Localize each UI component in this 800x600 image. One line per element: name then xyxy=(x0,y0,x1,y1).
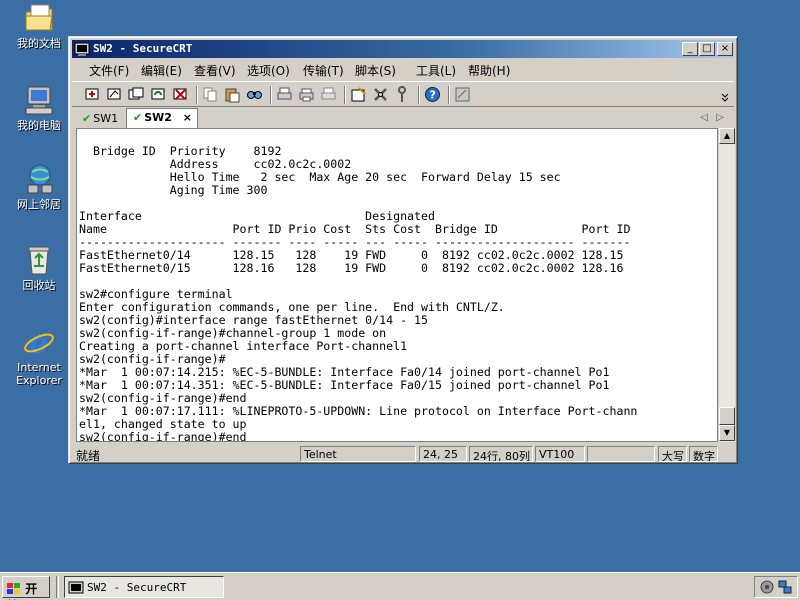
internet-explorer-icon: e xyxy=(22,326,56,361)
disconnect-icon[interactable] xyxy=(172,86,189,103)
tab-label: SW1 xyxy=(93,112,119,125)
my-documents-icon xyxy=(22,2,56,34)
find-icon[interactable] xyxy=(246,86,263,103)
quick-connect-icon[interactable] xyxy=(106,86,123,103)
print-selection-icon[interactable] xyxy=(298,86,315,103)
network-places-icon xyxy=(22,163,56,195)
menu-view[interactable]: 查看(V) xyxy=(194,62,236,79)
toolbar-separator xyxy=(344,86,346,104)
connected-check-icon: ✔ xyxy=(82,112,92,125)
tab-close-icon[interactable]: × xyxy=(183,111,192,124)
desktop-icon-recycle-bin[interactable]: 回收站 xyxy=(6,244,72,292)
menu-bar: 文件(F) 编辑(E) 查看(V) 选项(O) 传输(T) 脚本(S) 工具(L… xyxy=(72,59,734,79)
toolbar-separator xyxy=(448,86,450,104)
toolbar-chevron-icon[interactable] xyxy=(720,86,730,103)
windows-logo-icon xyxy=(7,583,20,594)
taskbar-button-securecrt[interactable]: SW2 - SecureCRT xyxy=(64,576,224,598)
vertical-scrollbar[interactable]: ▲ ▼ xyxy=(718,128,735,442)
global-options-icon[interactable] xyxy=(372,86,389,103)
taskbar-button-label: SW2 - SecureCRT xyxy=(87,581,187,594)
close-button[interactable]: × xyxy=(717,42,733,56)
start-button[interactable]: 开始 xyxy=(2,576,50,600)
desktop-icon-label: 我的电脑 xyxy=(17,119,61,132)
desktop-icon-label: Internet Explorer xyxy=(16,361,62,387)
securecrt-taskbar-icon xyxy=(68,581,84,594)
tab-label: SW2 xyxy=(144,111,172,124)
desktop-icon-network-places[interactable]: 网上邻居 xyxy=(6,163,72,211)
terminal-screen[interactable]: Bridge ID Priority 8192 Address cc02.0c2… xyxy=(76,128,718,442)
scroll-thumb[interactable] xyxy=(719,407,735,425)
status-blank xyxy=(587,446,655,462)
minimize-button[interactable]: _ xyxy=(682,42,698,56)
tab-sw1[interactable]: ✔ SW1 xyxy=(76,110,124,128)
keymap-editor-icon[interactable] xyxy=(454,86,471,103)
system-tray xyxy=(754,576,798,598)
volume-icon[interactable] xyxy=(759,579,775,595)
desktop-icon-my-documents[interactable]: 我的文档 xyxy=(6,2,72,50)
desktop-icon-label: 我的文档 xyxy=(17,37,61,50)
menu-file[interactable]: 文件(F) xyxy=(89,62,129,79)
network-tray-icon[interactable] xyxy=(777,579,793,595)
taskbar: 开始 SW2 - SecureCRT xyxy=(0,572,800,600)
key-map-icon[interactable] xyxy=(394,86,411,103)
svg-text:?: ? xyxy=(430,89,436,102)
paste-icon[interactable] xyxy=(224,86,241,103)
tab-scroll-right-icon[interactable]: ▷ xyxy=(716,112,724,123)
menu-script[interactable]: 脚本(S) xyxy=(355,62,396,79)
toolbar-separator xyxy=(418,86,420,104)
tab-scroll-left-icon[interactable]: ◁ xyxy=(700,112,708,123)
maximize-button[interactable]: □ xyxy=(699,42,715,56)
connect-icon[interactable] xyxy=(84,86,101,103)
my-computer-icon xyxy=(22,84,56,116)
status-protocol: Telnet xyxy=(300,446,416,462)
desktop-icon-internet-explorer[interactable]: e Internet Explorer xyxy=(6,326,72,387)
help-icon[interactable]: ? xyxy=(424,86,441,103)
status-bar: 就绪 Telnet 24, 25 24行, 80列 VT100 大写 数字 xyxy=(72,445,734,463)
recycle-bin-icon xyxy=(22,244,56,276)
menu-edit[interactable]: 编辑(E) xyxy=(141,62,182,79)
terminal-output: Bridge ID Priority 8192 Address cc02.0c2… xyxy=(79,144,638,442)
scroll-up-icon[interactable]: ▲ xyxy=(719,128,735,144)
status-ready: 就绪 xyxy=(76,449,101,463)
status-terminal-size: 24行, 80列 xyxy=(469,446,533,462)
copy-icon[interactable] xyxy=(202,86,219,103)
status-emulation: VT100 xyxy=(535,446,585,462)
connect-in-tab-icon[interactable] xyxy=(128,86,145,103)
menu-options[interactable]: 选项(O) xyxy=(247,62,290,79)
status-num-lock: 数字 xyxy=(689,446,718,462)
window-titlebar[interactable]: SW2 - SecureCRT _ □ × xyxy=(72,40,734,58)
session-options-icon[interactable] xyxy=(350,86,367,103)
print-setup-icon[interactable] xyxy=(276,86,293,103)
desktop-icon-label: 网上邻居 xyxy=(17,198,61,211)
menu-tools[interactable]: 工具(L) xyxy=(416,62,456,79)
taskbar-separator xyxy=(56,576,59,598)
connected-check-icon: ✔ xyxy=(133,111,143,124)
toolbar: ? xyxy=(72,81,734,107)
securecrt-window: SW2 - SecureCRT _ □ × 文件(F) 编辑(E) 查看(V) … xyxy=(68,36,738,464)
tab-sw2[interactable]: ✔ SW2 × xyxy=(126,108,198,128)
menu-transfer[interactable]: 传输(T) xyxy=(303,62,344,79)
menu-help[interactable]: 帮助(H) xyxy=(468,62,510,79)
desktop-icon-my-computer[interactable]: 我的电脑 xyxy=(6,84,72,132)
securecrt-app-icon[interactable] xyxy=(74,41,90,57)
toolbar-separator xyxy=(270,86,272,104)
print-icon[interactable] xyxy=(320,86,337,103)
session-tabs: ✔ SW1 ✔ SW2 × ◁ ▷ xyxy=(72,108,734,128)
status-cursor-position: 24, 25 xyxy=(419,446,467,462)
toolbar-separator xyxy=(196,86,198,104)
status-caps-lock: 大写 xyxy=(658,446,687,462)
scroll-down-icon[interactable]: ▼ xyxy=(719,425,735,441)
desktop-icon-label: 回收站 xyxy=(22,279,56,292)
window-title: SW2 - SecureCRT xyxy=(93,42,193,55)
reconnect-icon[interactable] xyxy=(150,86,167,103)
svg-text:e: e xyxy=(29,326,48,358)
